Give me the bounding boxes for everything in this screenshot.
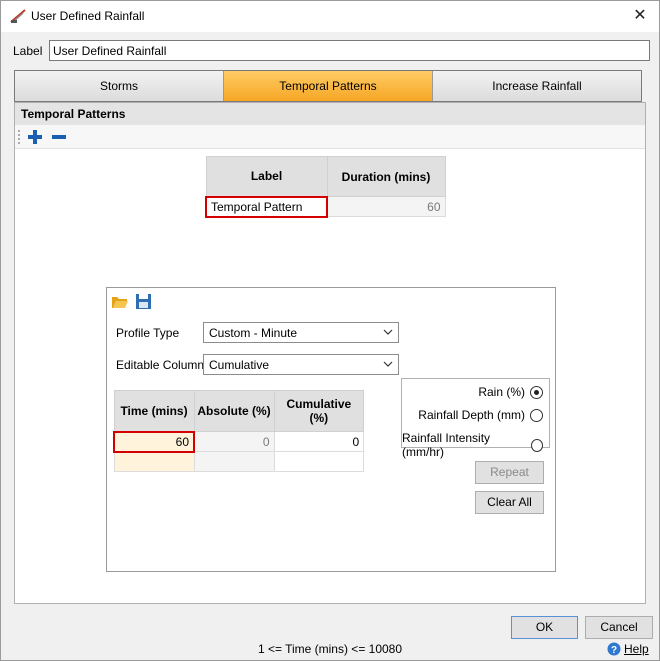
units-radio-group: Rain (%) Rainfall Depth (mm) Rainfall In… [401,378,550,459]
radio-label: Rainfall Depth (mm) [418,408,525,422]
open-folder-icon[interactable] [111,294,129,310]
repeat-button[interactable]: Repeat [475,461,544,484]
tab-storms[interactable]: Storms [15,71,224,101]
help-icon: ? [607,642,621,656]
profile-type-label: Profile Type [116,326,180,340]
table-row: 60 0 0 [113,430,365,453]
radio-label: Rainfall Intensity (mm/hr) [402,431,491,459]
column-header-time: Time (mins) [113,390,195,432]
column-header-duration: Duration (mins) [326,156,446,197]
new-row-absolute-cell [193,451,275,472]
patterns-table: Label Duration (mins) Temporal Pattern 6… [205,156,446,218]
help-link[interactable]: ? Help [607,642,649,656]
ok-button[interactable]: OK [511,616,578,639]
dialog-window: User Defined Rainfall ✕ Label Storms Tem… [0,0,660,661]
toolbar-grip [18,130,20,144]
pattern-duration-cell: 60 [326,196,446,217]
editable-column-select[interactable]: Cumulative [203,354,399,375]
column-header-absolute: Absolute (%) [193,390,275,432]
help-label: Help [624,642,649,656]
column-header-label: Label [205,156,328,197]
editable-column-value: Cumulative [209,358,270,372]
table-row: Temporal Pattern 60 [205,195,446,218]
table-row [113,451,365,472]
radio-rainfall-depth[interactable]: Rainfall Depth (mm) [418,408,543,422]
profile-type-value: Custom - Minute [209,326,298,340]
status-text: 1 <= Time (mins) <= 10080 [257,642,403,656]
editable-column-label: Editable Column [116,358,205,372]
radio-button[interactable] [530,438,543,452]
label-input[interactable] [49,40,650,61]
pattern-label-cell[interactable]: Temporal Pattern [205,195,328,218]
save-icon[interactable] [135,293,152,310]
time-cell[interactable]: 60 [113,430,195,453]
add-icon[interactable] [26,128,44,146]
rainfall-app-icon [10,9,26,23]
tab-increase-rainfall[interactable]: Increase Rainfall [433,71,641,101]
tab-temporal-patterns[interactable]: Temporal Patterns [224,71,433,101]
chevron-down-icon [383,329,393,335]
cumulative-cell[interactable]: 0 [273,431,365,452]
column-header-cumulative: Cumulative (%) [273,390,365,432]
remove-icon[interactable] [50,128,68,146]
absolute-cell: 0 [193,431,275,452]
cancel-button[interactable]: Cancel [585,616,653,639]
tab-bar: Storms Temporal Patterns Increase Rainfa… [14,70,642,102]
window-title: User Defined Rainfall [31,9,145,23]
new-row-cumulative-cell[interactable] [273,451,365,472]
close-button[interactable]: ✕ [629,5,651,27]
patterns-toolbar [15,125,645,149]
new-row-time-cell[interactable] [113,451,195,472]
radio-label: Rain (%) [478,385,525,399]
label-field-label: Label [13,44,43,58]
profile-type-select[interactable]: Custom - Minute [203,322,399,343]
clear-all-button[interactable]: Clear All [475,491,544,514]
radio-button[interactable] [530,408,543,422]
profile-table: Time (mins) Absolute (%) Cumulative (%) … [113,390,365,472]
temporal-patterns-panel: Temporal Patterns Label Duration (mins) … [14,102,646,604]
title-bar: User Defined Rainfall ✕ [1,1,659,32]
chevron-down-icon [383,361,393,367]
section-title: Temporal Patterns [15,103,645,125]
radio-rain-percent[interactable]: Rain (%) [478,385,543,399]
radio-rainfall-intensity[interactable]: Rainfall Intensity (mm/hr) [402,431,543,459]
radio-button[interactable] [530,385,543,399]
pattern-editor: Profile Type Custom - Minute Editable Co… [106,287,556,572]
svg-text:?: ? [611,645,617,656]
